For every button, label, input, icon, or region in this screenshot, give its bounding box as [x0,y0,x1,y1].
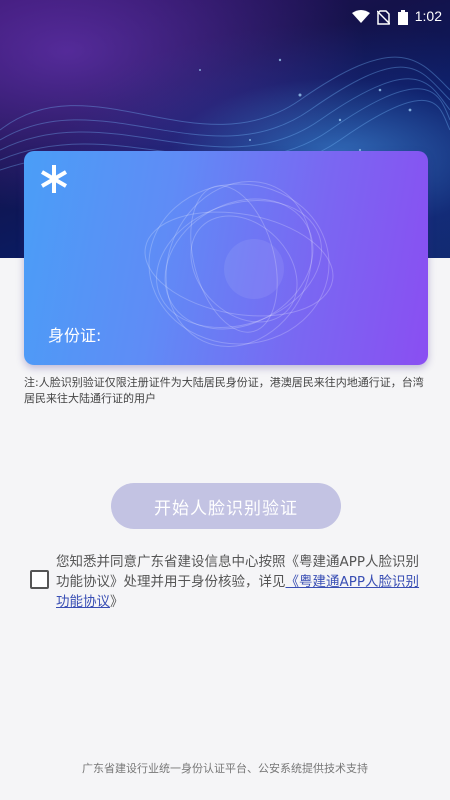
no-sim-icon [377,10,390,25]
footer-text: 广东省建设行业统一身份认证平台、公安系统提供技术支持 [82,762,368,775]
id-card: 身份证: [24,151,428,365]
face-scan-graphic [144,180,334,348]
start-face-verification-button[interactable]: 开始人脸识别验证 [111,483,341,529]
agreement-text: 您知悉并同意广东省建设信息中心按照《粤建通APP人脸识别功能协议》处理并用于身份… [56,552,426,612]
status-time: 1:02 [414,8,442,24]
verification-note: 注:人脸识别验证仅限注册证件为大陆居民身份证，港澳居民来往内地通行证，台湾居民来… [24,376,424,405]
agreement-text-close: 》 [110,594,124,610]
id-card-label: 身份证: [48,326,102,345]
asterisk-icon [40,165,68,193]
agreement-checkbox[interactable] [30,570,49,589]
battery-icon [398,10,408,25]
status-bar: 1:02 [0,0,450,34]
wifi-icon [352,10,370,23]
